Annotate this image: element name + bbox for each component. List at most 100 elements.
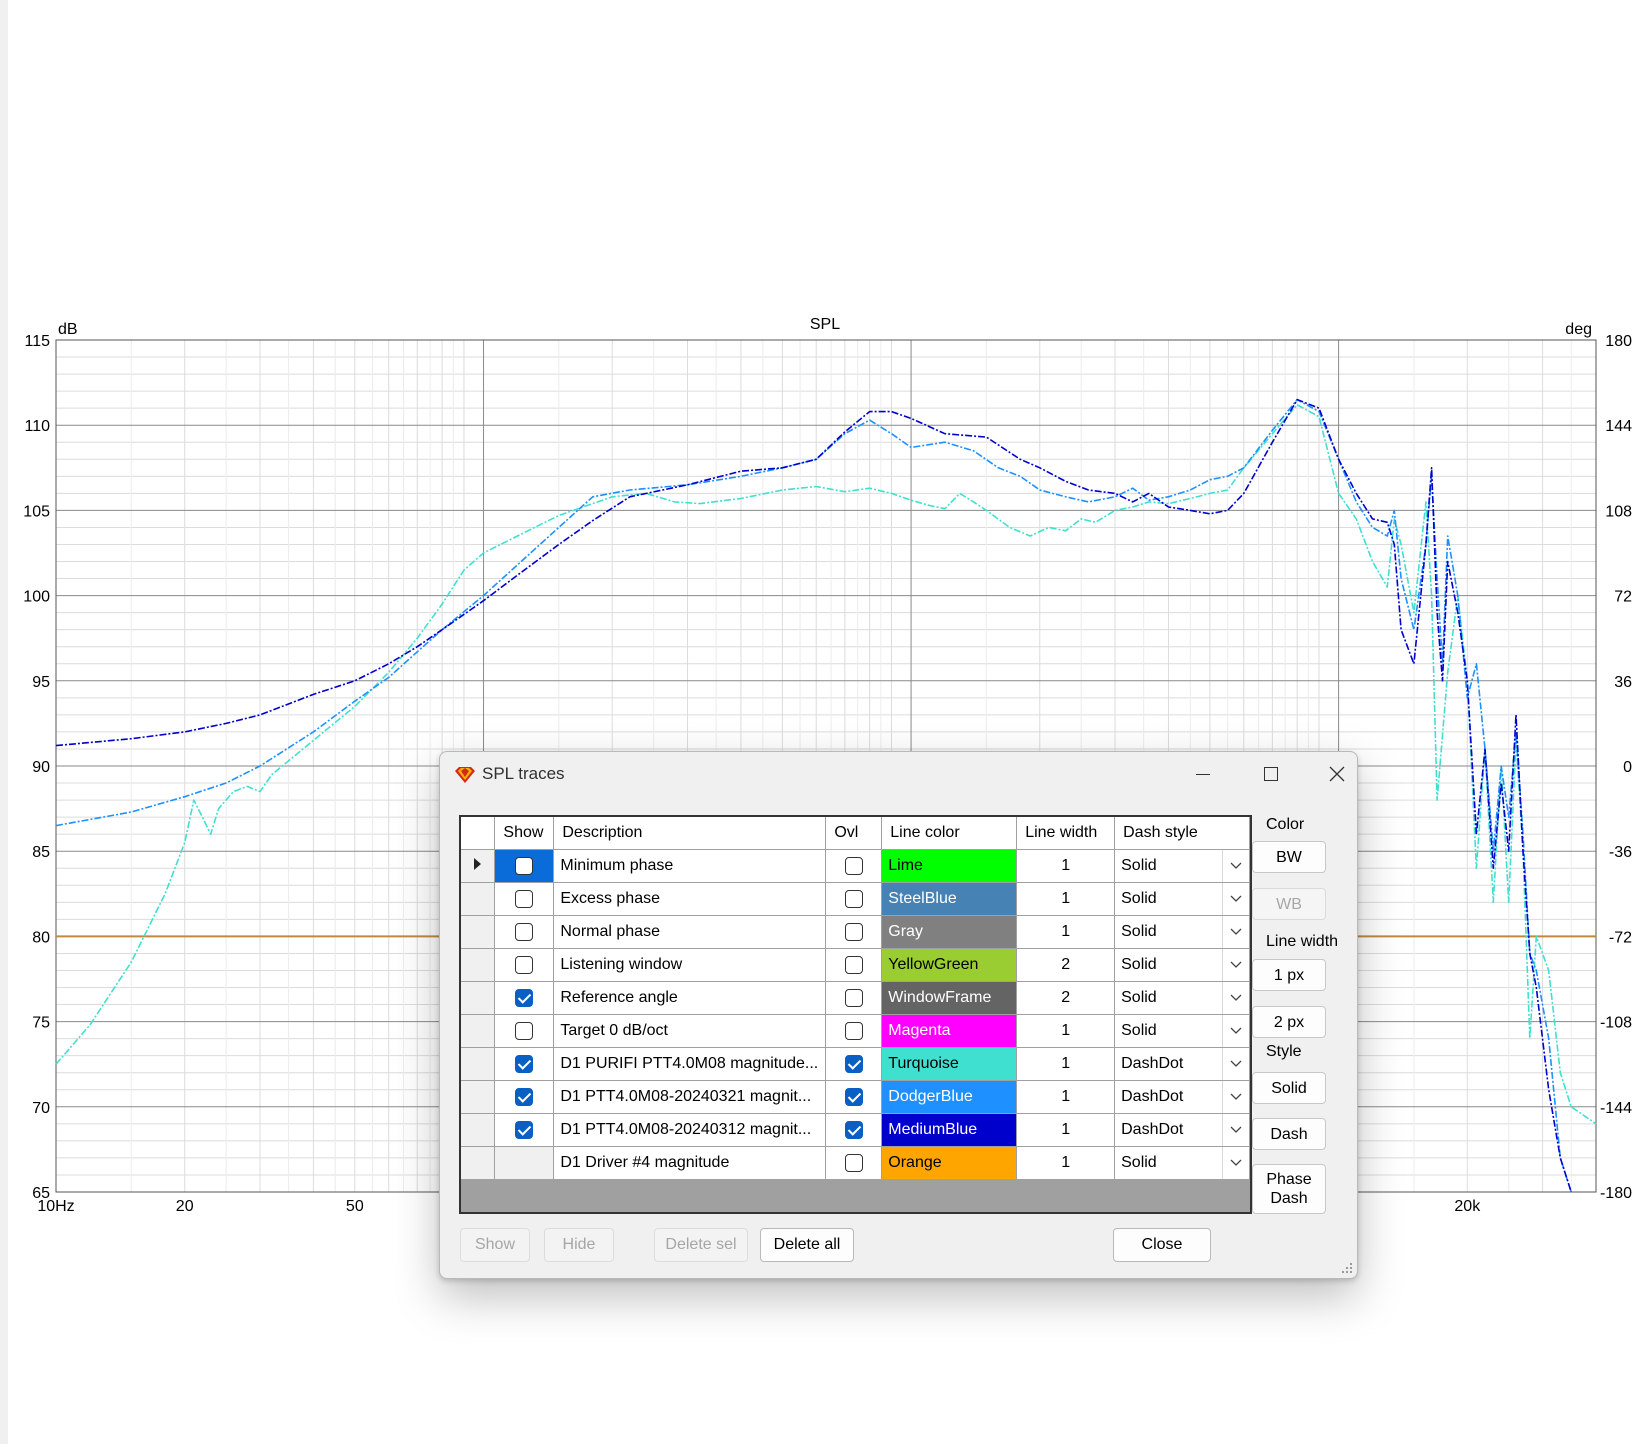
close-window-button[interactable] (1314, 756, 1360, 792)
ovl-checkbox[interactable] (844, 1021, 863, 1040)
ovl-checkbox[interactable] (844, 1120, 863, 1139)
description-cell[interactable]: Reference angle (553, 981, 827, 1015)
dash-style-cell[interactable]: Solid (1114, 1014, 1250, 1048)
table-row[interactable]: D1 PTT4.0M08-20240312 magnit... MediumBlu… (461, 1113, 1250, 1147)
dropdown-button[interactable] (1222, 1048, 1249, 1080)
dash-style-cell[interactable]: DashDot (1114, 1113, 1250, 1147)
show-cell[interactable] (494, 1047, 555, 1081)
line-width-cell[interactable]: 1 (1016, 1080, 1116, 1114)
dropdown-button[interactable] (1222, 1015, 1249, 1047)
table-row[interactable]: Listening window YellowGreen 2 Solid (461, 948, 1250, 982)
dropdown-button[interactable] (1222, 1114, 1249, 1146)
col-header-line-color[interactable]: Line color (881, 817, 1018, 850)
show-cell[interactable] (494, 981, 555, 1015)
dropdown-button[interactable] (1222, 916, 1249, 948)
dash-style-cell[interactable]: Solid (1114, 849, 1250, 883)
dash-style-cell[interactable]: Solid (1114, 981, 1250, 1015)
show-cell[interactable] (494, 1146, 555, 1180)
description-cell[interactable]: D1 PTT4.0M08-20240312 magnit... (553, 1113, 827, 1147)
show-checkbox[interactable] (515, 856, 534, 875)
show-cell[interactable] (494, 948, 555, 982)
ovl-checkbox[interactable] (844, 1153, 863, 1172)
ovl-cell[interactable] (825, 882, 883, 916)
traces-grid[interactable]: Show Description Ovl Line color Line wid… (459, 815, 1252, 1214)
ovl-checkbox[interactable] (844, 1087, 863, 1106)
show-checkbox[interactable] (515, 988, 534, 1007)
dash-style-cell[interactable]: Solid (1114, 1146, 1250, 1180)
delete-sel-button[interactable]: Delete sel (654, 1228, 748, 1262)
table-row[interactable]: Reference angle WindowFrame 2 Solid (461, 981, 1250, 1015)
table-row[interactable]: Minimum phase Lime 1 Solid (461, 849, 1250, 883)
line-width-cell[interactable]: 2 (1016, 981, 1116, 1015)
show-cell[interactable] (494, 849, 555, 883)
ovl-cell[interactable] (825, 948, 883, 982)
row-header[interactable] (461, 1047, 496, 1081)
line-color-cell[interactable]: Gray (881, 915, 1018, 949)
line-color-cell[interactable]: Orange (881, 1146, 1018, 1180)
show-checkbox[interactable] (515, 955, 534, 974)
show-button[interactable]: Show (460, 1228, 530, 1262)
dropdown-button[interactable] (1222, 1147, 1249, 1179)
dash-style-cell[interactable]: DashDot (1114, 1080, 1250, 1114)
show-checkbox[interactable] (515, 1120, 534, 1139)
table-row[interactable]: D1 Driver #4 magnitude Orange 1 Solid (461, 1146, 1250, 1180)
line-color-cell[interactable]: Lime (881, 849, 1018, 883)
dropdown-button[interactable] (1222, 1081, 1249, 1113)
show-cell[interactable] (494, 1113, 555, 1147)
show-checkbox[interactable] (515, 889, 534, 908)
ovl-checkbox[interactable] (844, 988, 863, 1007)
description-cell[interactable]: D1 Driver #4 magnitude (553, 1146, 827, 1180)
show-cell[interactable] (494, 1080, 555, 1114)
row-header[interactable] (461, 1080, 496, 1114)
col-header-line-width[interactable]: Line width (1016, 817, 1116, 850)
show-cell[interactable] (494, 1014, 555, 1048)
close-button[interactable]: Close (1113, 1228, 1211, 1262)
2px-button[interactable]: 2 px (1252, 1006, 1326, 1038)
line-color-cell[interactable]: DodgerBlue (881, 1080, 1018, 1114)
dropdown-button[interactable] (1222, 982, 1249, 1014)
line-color-cell[interactable]: Magenta (881, 1014, 1018, 1048)
wb-button[interactable]: WB (1252, 888, 1326, 920)
show-checkbox[interactable] (515, 922, 534, 941)
row-header[interactable] (461, 1014, 496, 1048)
show-checkbox[interactable] (515, 1021, 534, 1040)
dialog-titlebar[interactable]: SPL traces (440, 752, 1357, 796)
line-color-cell[interactable]: MediumBlue (881, 1113, 1018, 1147)
row-header[interactable] (461, 882, 496, 916)
ovl-checkbox[interactable] (844, 856, 863, 875)
dash-style-cell[interactable]: DashDot (1114, 1047, 1250, 1081)
line-color-cell[interactable]: WindowFrame (881, 981, 1018, 1015)
dash-style-cell[interactable]: Solid (1114, 948, 1250, 982)
ovl-cell[interactable] (825, 1113, 883, 1147)
description-cell[interactable]: D1 PTT4.0M08-20240321 magnit... (553, 1080, 827, 1114)
col-header-dash-style[interactable]: Dash style (1114, 817, 1250, 850)
table-row[interactable]: D1 PURIFI PTT4.0M08 magnitude... Turquois… (461, 1047, 1250, 1081)
show-checkbox[interactable] (515, 1054, 534, 1073)
line-width-cell[interactable]: 1 (1016, 1146, 1116, 1180)
ovl-cell[interactable] (825, 1047, 883, 1081)
table-row[interactable]: Target 0 dB/oct Magenta 1 Solid (461, 1014, 1250, 1048)
resize-grip-icon[interactable] (1339, 1260, 1353, 1274)
col-header-description[interactable]: Description (553, 817, 827, 850)
row-header[interactable] (461, 1146, 496, 1180)
dash-style-cell[interactable]: Solid (1114, 882, 1250, 916)
description-cell[interactable]: Minimum phase (553, 849, 827, 883)
row-header[interactable] (461, 948, 496, 982)
ovl-cell[interactable] (825, 1080, 883, 1114)
line-width-cell[interactable]: 1 (1016, 849, 1116, 883)
description-cell[interactable]: D1 PURIFI PTT4.0M08 magnitude... (553, 1047, 827, 1081)
line-width-cell[interactable]: 2 (1016, 948, 1116, 982)
ovl-cell[interactable] (825, 1146, 883, 1180)
line-width-cell[interactable]: 1 (1016, 1047, 1116, 1081)
table-row[interactable]: Excess phase SteelBlue 1 Solid (461, 882, 1250, 916)
ovl-checkbox[interactable] (844, 889, 863, 908)
line-width-cell[interactable]: 1 (1016, 1113, 1116, 1147)
ovl-cell[interactable] (825, 849, 883, 883)
solid-style-button[interactable]: Solid (1252, 1072, 1326, 1104)
show-checkbox[interactable] (515, 1087, 534, 1106)
description-cell[interactable]: Listening window (553, 948, 827, 982)
description-cell[interactable]: Excess phase (553, 882, 827, 916)
ovl-cell[interactable] (825, 981, 883, 1015)
description-cell[interactable]: Normal phase (553, 915, 827, 949)
line-width-cell[interactable]: 1 (1016, 1014, 1116, 1048)
